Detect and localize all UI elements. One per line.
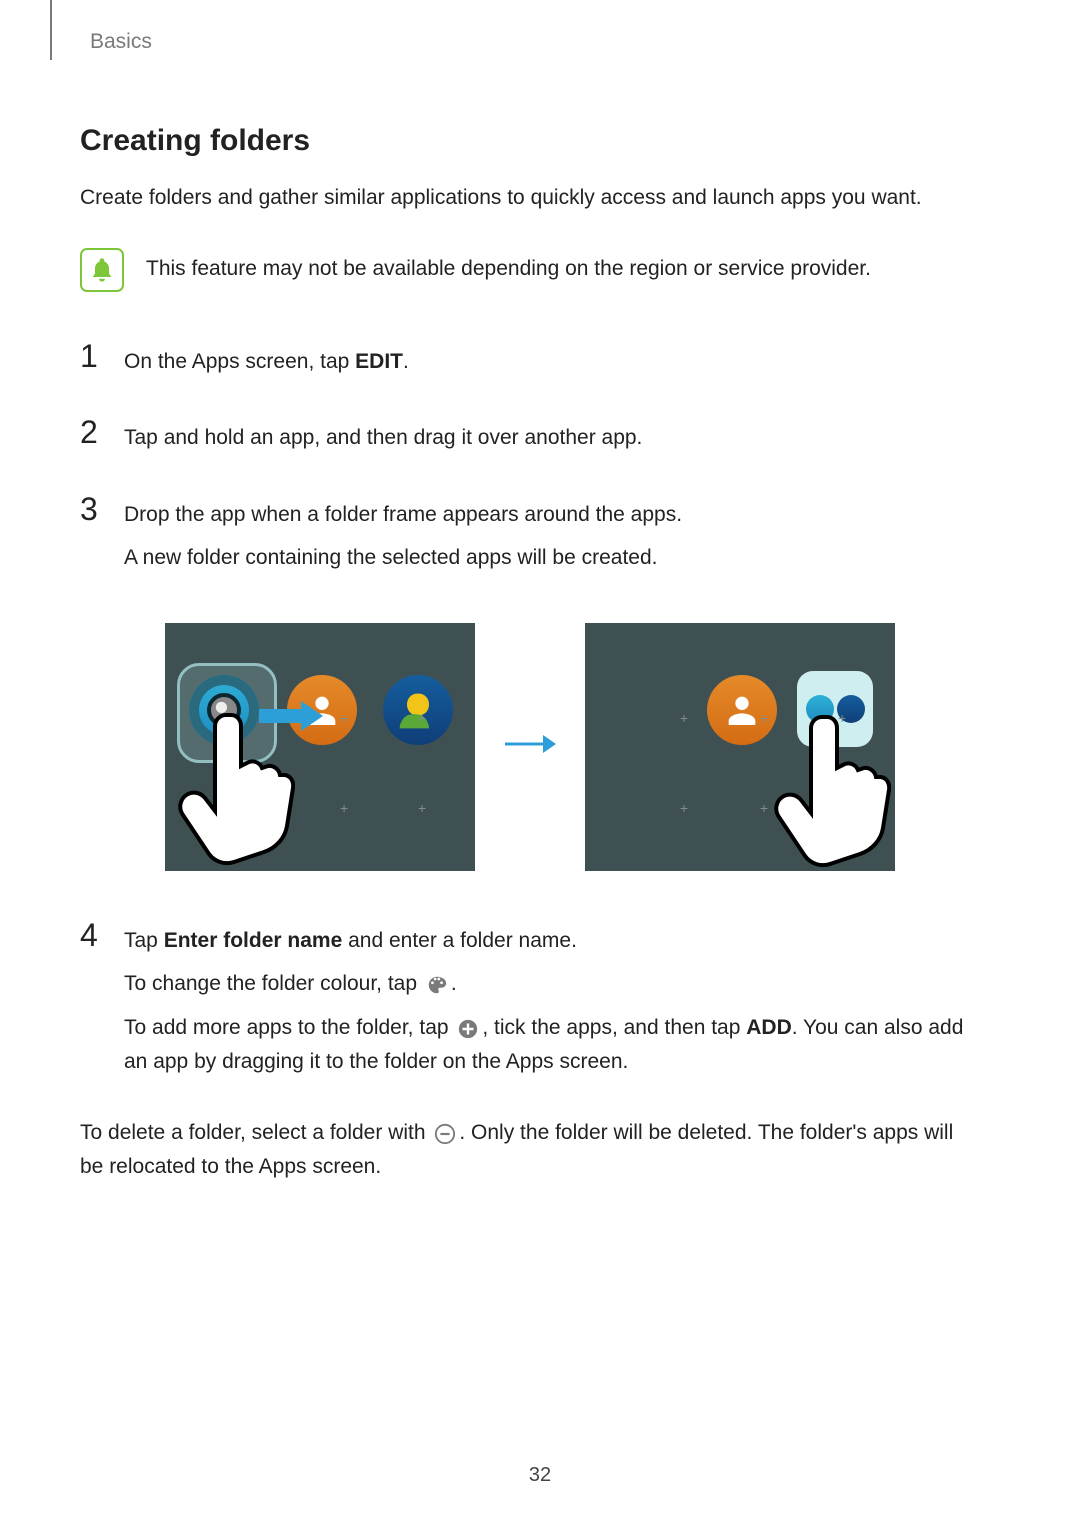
note-row: This feature may not be available depend…	[80, 246, 980, 292]
grid-marker: +	[838, 711, 846, 725]
note-text: This feature may not be available depend…	[146, 246, 871, 285]
section-title: Creating folders	[80, 124, 980, 158]
step-4-l2-post: .	[451, 972, 457, 995]
step-4-l1-post: and enter a folder name.	[342, 929, 577, 952]
bell-icon	[80, 248, 124, 292]
drag-arrow-icon	[259, 701, 323, 736]
manual-page: Basics Creating folders Create folders a…	[0, 0, 1080, 1183]
step-2: 2 Tap and hold an app, and then drag it …	[80, 416, 980, 465]
camera-app-mini-icon	[806, 695, 834, 723]
grid-marker: +	[418, 801, 426, 815]
grid-marker: +	[418, 711, 426, 725]
step-number: 4	[80, 919, 102, 951]
illustration-before: + + + +	[165, 623, 475, 871]
page-rule	[50, 0, 52, 60]
edit-label: EDIT	[355, 350, 403, 373]
closing-text: To delete a folder, select a folder with…	[80, 1116, 980, 1183]
enter-folder-name-label: Enter folder name	[164, 929, 343, 952]
grid-marker: +	[340, 711, 348, 725]
step-1: 1 On the Apps screen, tap EDIT.	[80, 340, 980, 389]
step-1-suffix: .	[403, 350, 409, 373]
steps-list: 1 On the Apps screen, tap EDIT. 2 Tap an…	[80, 340, 980, 1089]
step-number: 1	[80, 340, 102, 372]
closing-pre: To delete a folder, select a folder with	[80, 1121, 431, 1144]
step-3-line1: Drop the app when a folder frame appears…	[124, 498, 682, 532]
step-body: Tap and hold an app, and then drag it ov…	[124, 416, 642, 465]
step-1-prefix: On the Apps screen, tap	[124, 350, 355, 373]
step-number: 3	[80, 493, 102, 525]
step-body: On the Apps screen, tap EDIT.	[124, 340, 409, 389]
grid-marker: +	[680, 711, 688, 725]
step-3: 3 Drop the app when a folder frame appea…	[80, 493, 980, 585]
grid-marker: +	[680, 801, 688, 815]
intro-text: Create folders and gather similar applic…	[80, 182, 980, 214]
step-body: Drop the app when a folder frame appears…	[124, 493, 682, 585]
illustration-after: + + + + +	[585, 623, 895, 871]
grid-marker: +	[340, 801, 348, 815]
step-body: Tap Enter folder name and enter a folder…	[124, 919, 980, 1088]
minus-circle-icon	[433, 1122, 457, 1146]
grid-marker: +	[760, 711, 768, 725]
new-folder	[797, 671, 873, 747]
step-4-l3-pre: To add more apps to the folder, tap	[124, 1016, 454, 1039]
step-4-l3-mid: , tick the apps, and then tap	[482, 1016, 746, 1039]
step-4-l1-pre: Tap	[124, 929, 164, 952]
step-number: 2	[80, 416, 102, 448]
step-4: 4 Tap Enter folder name and enter a fold…	[80, 919, 980, 1088]
page-number: 32	[0, 1464, 1080, 1487]
camera-app-icon	[189, 675, 259, 745]
grid-marker: +	[760, 801, 768, 815]
breadcrumb: Basics	[90, 30, 980, 54]
illustration: + + + + + +	[80, 623, 980, 871]
step-2-text: Tap and hold an app, and then drag it ov…	[124, 421, 642, 455]
transition-arrow-icon	[503, 732, 557, 761]
step-4-l2-pre: To change the folder colour, tap	[124, 972, 423, 995]
palette-icon	[425, 973, 449, 997]
step-3-line2: A new folder containing the selected app…	[124, 541, 682, 575]
plus-circle-icon	[456, 1017, 480, 1041]
add-label: ADD	[746, 1016, 792, 1039]
